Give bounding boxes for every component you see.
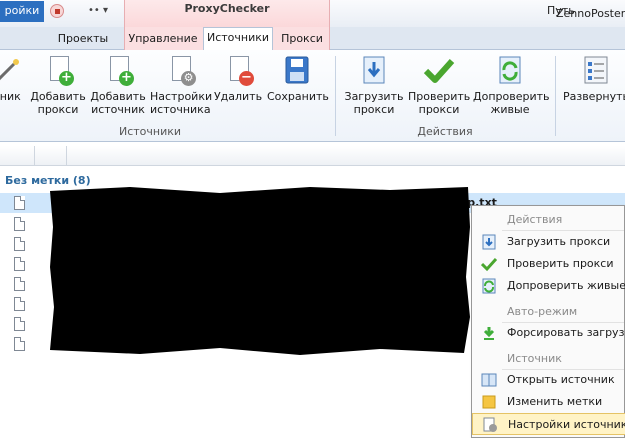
- tab-proxy[interactable]: Прокси: [276, 29, 328, 50]
- source-settings-icon: [482, 417, 498, 433]
- file-icon: [14, 277, 25, 291]
- ribbon-button-source-wizard[interactable]: чник: [0, 54, 22, 103]
- quick-access-menu-icon[interactable]: •• ▾: [88, 5, 108, 16]
- add-source-icon: +: [102, 54, 134, 86]
- force-download-icon: [481, 325, 497, 341]
- title-bar: + •• ▾ ProxyChecker ZennoPoster P: [0, 0, 625, 27]
- add-proxy-icon: +: [42, 54, 74, 86]
- source-settings-button[interactable]: ⚙ Настройки источника: [150, 54, 213, 116]
- file-icon: [14, 196, 25, 210]
- file-icon: [14, 297, 25, 311]
- menu-item-label: Настройки источника: [508, 418, 625, 431]
- tab-projects[interactable]: Проекты: [50, 29, 116, 50]
- tab-settings[interactable]: ройки: [0, 1, 44, 22]
- check-icon: [423, 54, 455, 86]
- group-title[interactable]: Без метки (8): [5, 174, 91, 187]
- add-proxy-button[interactable]: + Добавить прокси: [30, 54, 86, 116]
- ribbon-button-label: Проверить прокси: [408, 90, 471, 116]
- menu-section-source: Источник: [472, 348, 625, 370]
- file-icon: [14, 237, 25, 251]
- file-icon: [14, 217, 25, 231]
- ribbon-button-label: Добавить источник: [90, 90, 146, 116]
- ribbon-button-label: Развернуть: [562, 90, 625, 103]
- file-icon: [14, 257, 25, 271]
- file-icon: [14, 337, 25, 351]
- menu-item-label: Форсировать загрузку: [507, 326, 625, 339]
- menu-item-label: Допроверить живые: [507, 279, 625, 292]
- ribbon-button-label: Настройки источника: [150, 90, 213, 116]
- menu-section-auto-mode: Авто-режим: [472, 301, 625, 323]
- menu-item-check-proxy[interactable]: Проверить прокси: [472, 253, 625, 275]
- menu-item-label: Загрузить прокси: [507, 235, 611, 248]
- recheck-icon: [494, 54, 526, 86]
- menu-item-force-download[interactable]: Форсировать загрузку: [472, 322, 625, 344]
- column-header-path[interactable]: [67, 146, 625, 166]
- expand-icon: [580, 54, 612, 86]
- file-icon: [14, 317, 25, 331]
- redaction-mark: [50, 187, 470, 355]
- check-icon: [480, 256, 498, 272]
- ribbon-button-label: чник: [0, 90, 21, 103]
- list-header: [0, 146, 625, 166]
- column-header-path-label: Путь: [547, 4, 575, 17]
- tab-management[interactable]: Управление: [126, 29, 200, 50]
- tab-sources[interactable]: Источники: [203, 27, 273, 50]
- menu-item-edit-tags[interactable]: Изменить метки: [472, 391, 625, 413]
- menu-section-label: Действия: [507, 213, 563, 226]
- recheck-alive-button[interactable]: Допроверить живые: [473, 54, 550, 116]
- ribbon-button-label: Добавить прокси: [30, 90, 86, 116]
- context-tab-title: ProxyChecker: [124, 0, 330, 27]
- save-button[interactable]: Сохранить: [267, 54, 329, 103]
- column-header[interactable]: [35, 146, 67, 166]
- menu-section-label: Источник: [507, 352, 562, 365]
- load-proxy-button[interactable]: Загрузить прокси: [343, 54, 405, 116]
- open-source-icon: [481, 372, 497, 388]
- menu-section-label: Авто-режим: [507, 305, 578, 318]
- stop-icon[interactable]: [50, 4, 64, 18]
- menu-item-label: Изменить метки: [507, 395, 603, 408]
- menu-item-open-source[interactable]: Открыть источник: [472, 369, 625, 391]
- ribbon-button-label: Загрузить прокси: [344, 90, 404, 116]
- recheck-icon: [481, 278, 497, 294]
- delete-icon: −: [222, 54, 254, 86]
- ribbon-button-label: Удалить: [213, 90, 263, 103]
- ribbon: чник + Добавить прокси + Добавить источн…: [0, 50, 625, 142]
- ribbon-group-separator: [555, 56, 556, 136]
- load-proxy-icon: [481, 234, 497, 250]
- check-proxy-button[interactable]: Проверить прокси: [408, 54, 470, 116]
- save-icon: [281, 54, 313, 86]
- menu-item-label: Открыть источник: [507, 373, 615, 386]
- menu-item-label: Проверить прокси: [507, 257, 614, 270]
- wand-icon: [0, 54, 24, 86]
- tags-icon: [481, 394, 497, 410]
- ribbon-group-separator: [335, 56, 336, 136]
- menu-item-source-settings[interactable]: Настройки источника: [472, 413, 625, 435]
- ribbon-group-label-sources: Источники: [118, 125, 182, 138]
- add-source-button[interactable]: + Добавить источник: [89, 54, 147, 116]
- ribbon-group-label-actions: Действия: [417, 125, 473, 138]
- expand-button[interactable]: Развернуть: [562, 54, 625, 103]
- delete-button[interactable]: − Удалить: [213, 54, 263, 103]
- context-menu: Действия Загрузить прокси Проверить прок…: [471, 205, 625, 438]
- load-proxy-icon: [358, 54, 390, 86]
- column-header[interactable]: [0, 146, 35, 166]
- menu-section-actions: Действия: [472, 209, 625, 231]
- source-settings-icon: ⚙: [164, 54, 196, 86]
- menu-item-recheck-alive[interactable]: Допроверить живые: [472, 275, 625, 297]
- ribbon-button-label: Допроверить живые: [473, 90, 550, 116]
- ribbon-button-label: Сохранить: [267, 90, 329, 103]
- menu-item-load-proxy[interactable]: Загрузить прокси: [472, 231, 625, 253]
